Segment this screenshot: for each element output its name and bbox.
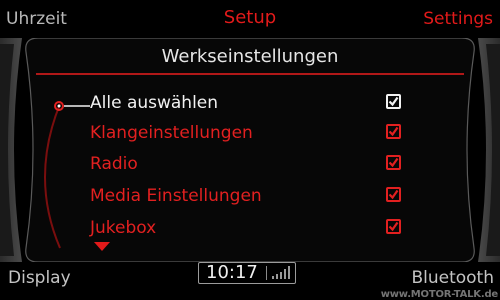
factory-settings-panel: Werkseinstellungen Alle auswählen Klange…: [24, 38, 476, 262]
list-item-label: Radio: [90, 154, 138, 174]
checkbox-jukebox[interactable]: [386, 219, 401, 234]
scroll-down-arrow-icon[interactable]: [94, 242, 110, 251]
status-clock-box: 10:17: [198, 262, 296, 284]
checkmark-icon: [388, 221, 399, 232]
list-item-sound-settings[interactable]: Klangeinstellungen: [90, 120, 420, 146]
divider: [266, 266, 267, 280]
list-item-label: Media Einstellungen: [90, 186, 262, 206]
list-item-media-settings[interactable]: Media Einstellungen: [90, 183, 420, 209]
list-item-label: Klangeinstellungen: [90, 123, 253, 143]
panel-title: Werkseinstellungen: [161, 46, 339, 67]
signal-strength-icon: [272, 266, 290, 279]
clock-time: 10:17: [206, 262, 258, 283]
checkmark-icon: [388, 157, 399, 168]
checkmark-icon: [388, 189, 399, 200]
top-right-softkey-settings[interactable]: Settings: [423, 9, 493, 29]
checkbox-media-settings[interactable]: [386, 187, 401, 202]
checkbox-select-all[interactable]: [386, 94, 401, 109]
checkmark-icon: [388, 96, 399, 107]
bottom-right-softkey-bluetooth[interactable]: Bluetooth: [411, 268, 494, 288]
checkbox-radio[interactable]: [386, 155, 401, 170]
selection-cursor-icon: [54, 101, 90, 111]
mmi-screen: Uhrzeit Setup Settings Display Bluetooth…: [0, 0, 500, 300]
watermark: www.MOTOR-TALK.de: [380, 289, 498, 300]
list-item-label: Jukebox: [90, 218, 157, 238]
checkbox-sound-settings[interactable]: [386, 124, 401, 139]
list-item-jukebox[interactable]: Jukebox: [90, 215, 420, 241]
list-item-select-all[interactable]: Alle auswählen: [90, 90, 420, 116]
list-item-label: Alle auswählen: [90, 93, 219, 113]
checkmark-icon: [388, 126, 399, 137]
list-item-radio[interactable]: Radio: [90, 151, 420, 177]
bottom-left-softkey-display[interactable]: Display: [8, 268, 71, 288]
